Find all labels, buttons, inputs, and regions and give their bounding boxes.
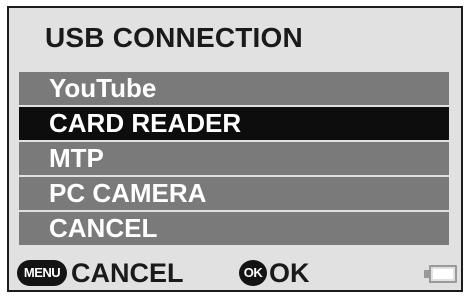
menu-button-icon[interactable]: MENU [17,260,67,286]
usb-mode-menu: YouTube CARD READER MTP PC CAMERA CANCEL [19,72,449,247]
menu-item-mtp[interactable]: MTP [19,142,449,175]
battery-level-fill [433,269,453,279]
button-hint-bar: MENU CANCEL OK OK [9,256,461,290]
menu-item-cancel[interactable]: CANCEL [19,212,449,245]
usb-connection-screen: USB CONNECTION YouTube CARD READER MTP P… [7,6,463,292]
menu-item-youtube[interactable]: YouTube [19,72,449,105]
menu-item-pc-camera[interactable]: PC CAMERA [19,177,449,210]
cancel-hint-label: CANCEL [71,258,184,288]
ok-hint-label: OK [269,258,310,288]
battery-icon [429,265,457,283]
page-title: USB CONNECTION [45,22,303,53]
ok-button-icon[interactable]: OK [239,260,267,286]
menu-item-card-reader[interactable]: CARD READER [19,107,449,140]
